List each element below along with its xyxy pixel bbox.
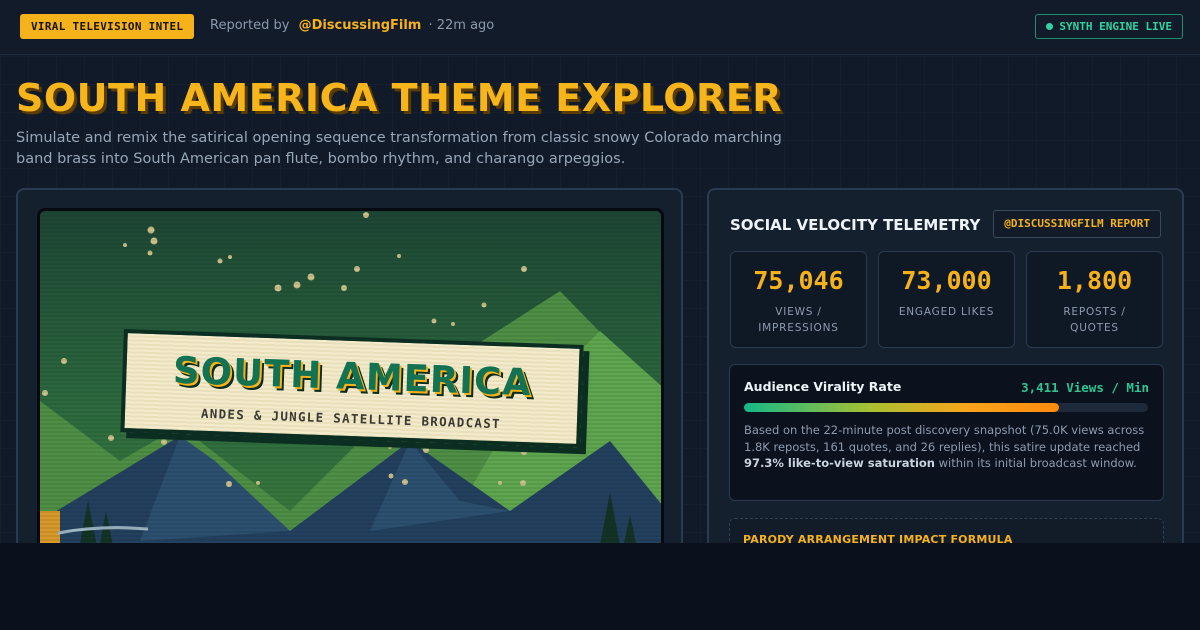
reporter-line: Reported by @DiscussingFilm · 22m ago	[210, 18, 494, 33]
report-time: · 22m ago	[428, 18, 495, 33]
stat-value: 1,800	[1056, 266, 1133, 295]
banner-subtitle: ANDES & JUNGLE SATELLITE BROADCAST	[200, 405, 502, 432]
banner-title: SOUTH AMERICA	[172, 348, 533, 405]
stat-label: VIEWS / IMPRESSIONS	[758, 306, 839, 334]
report-button[interactable]: @DISCUSSINGFILM REPORT	[993, 210, 1161, 238]
live-dot-icon	[1046, 23, 1054, 30]
viral-intel-badge: VIRAL TELEVISION INTEL	[20, 14, 195, 39]
stat-card-reposts: 1,800 REPOSTS / QUOTES	[1026, 251, 1163, 348]
top-bar: VIRAL TELEVISION INTEL Reported by @Disc…	[0, 0, 1200, 55]
stat-card-likes: 73,000 ENGAGED LIKES	[878, 251, 1015, 348]
page-title: SOUTH AMERICA THEME EXPLORER	[16, 76, 783, 120]
virality-progress-fill	[744, 403, 1060, 412]
virality-title: Audience Virality Rate	[744, 379, 902, 394]
stat-card-views: 75,046 VIEWS / IMPRESSIONS	[730, 251, 867, 348]
virality-description: Based on the 22-minute post discovery sn…	[744, 422, 1149, 472]
page-subtitle: Simulate and remix the satirical opening…	[16, 130, 782, 167]
page-bottom-area	[0, 543, 1200, 630]
formula-title: PARODY ARRANGEMENT IMPACT FORMULA	[743, 533, 1013, 543]
virality-card: Audience Virality Rate 3,411 Views / Min…	[729, 364, 1164, 501]
synth-engine-live-badge: SYNTH ENGINE LIVE	[1035, 14, 1183, 39]
stat-label: REPOSTS / QUOTES	[1063, 306, 1126, 334]
virality-progress-track	[744, 403, 1148, 412]
broadcast-preview-screen: SOUTH AMERICA ANDES & JUNGLE SATELLITE B…	[37, 208, 664, 543]
virality-desc-text: Based on the 22-minute post discovery sn…	[744, 423, 1145, 454]
virality-rate: 3,411 Views / Min	[1021, 380, 1149, 395]
stat-value: 73,000	[901, 266, 992, 295]
stat-value: 75,046	[753, 266, 844, 295]
live-label: SYNTH ENGINE LIVE	[1059, 20, 1172, 33]
reported-prefix: Reported by	[210, 18, 290, 33]
title-card-banner: SOUTH AMERICA ANDES & JUNGLE SATELLITE B…	[120, 329, 584, 448]
social-telemetry-panel: SOCIAL VELOCITY TELEMETRY @DISCUSSINGFIL…	[707, 188, 1184, 543]
impact-formula-card: PARODY ARRANGEMENT IMPACT FORMULA	[729, 518, 1164, 543]
virality-desc-highlight: 97.3% like-to-view saturation	[744, 456, 935, 470]
virality-desc-text-end: within its initial broadcast window.	[934, 456, 1137, 470]
app-viewport: VIRAL TELEVISION INTEL Reported by @Disc…	[0, 0, 1200, 543]
telemetry-title: SOCIAL VELOCITY TELEMETRY	[730, 216, 981, 234]
theme-preview-panel: SOUTH AMERICA ANDES & JUNGLE SATELLITE B…	[16, 188, 683, 543]
stat-label: ENGAGED LIKES	[898, 306, 995, 318]
reporter-handle-link[interactable]: @DiscussingFilm	[299, 18, 422, 33]
